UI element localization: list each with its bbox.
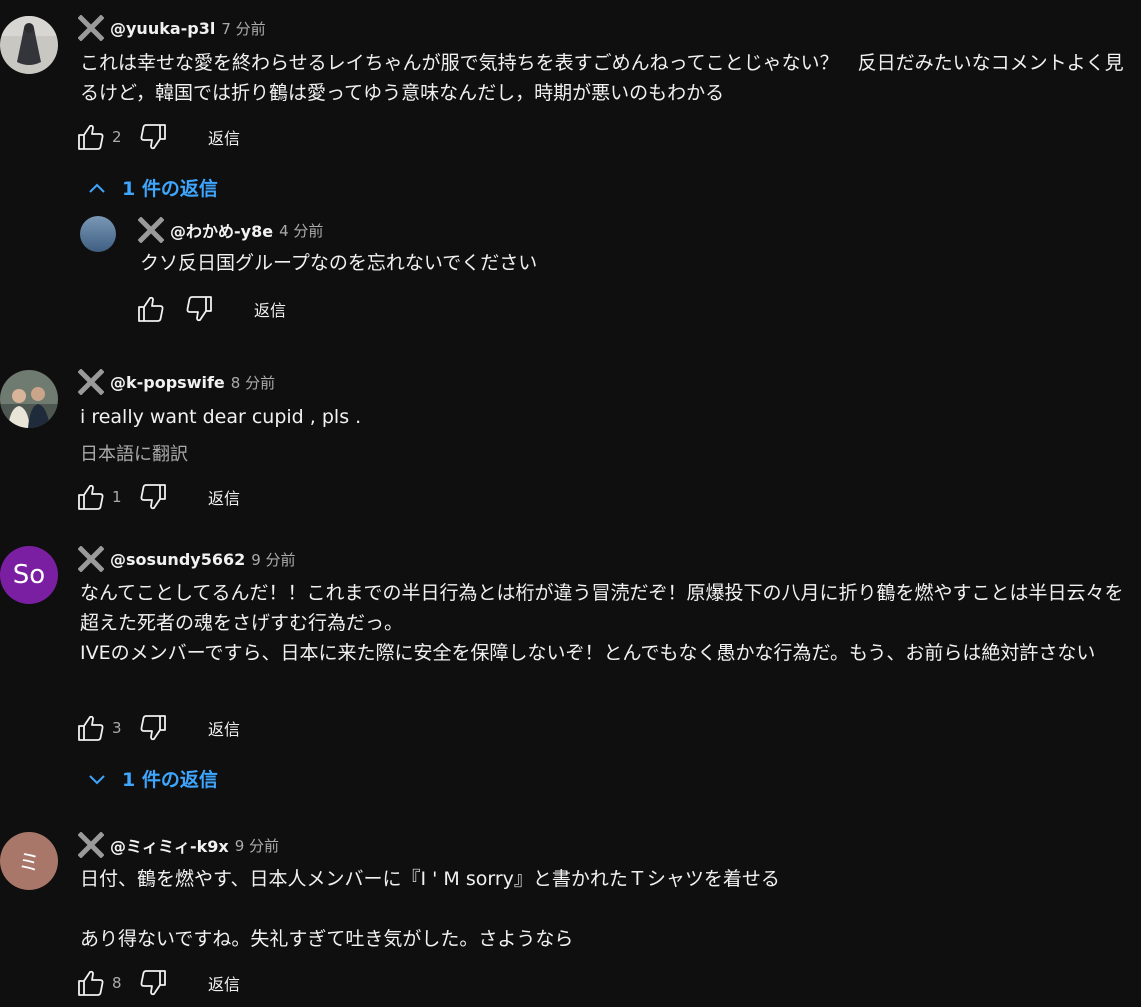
like-count: 1	[112, 488, 122, 506]
comment-toolbar: 1 返信	[76, 482, 240, 512]
chevron-down-icon	[89, 774, 105, 784]
comment-text: なんてことしてるんだ！！これまでの半日行為とは桁が違う冒涜だぞ！原爆投下の八月に…	[80, 582, 1124, 664]
avatar[interactable]: ミ	[0, 832, 58, 890]
comment-header: @sosundy5662 9 分前	[78, 546, 296, 572]
replies-toggle-label: 1 件の返信	[122, 769, 218, 791]
like-count: 8	[112, 974, 122, 992]
avatar-initials: So	[12, 560, 46, 590]
comment-text: これは幸せな愛を終わらせるレイちゃんが服で気持ちを表すごめんねってことじゃない？…	[80, 52, 1124, 104]
comment-text: i really want dear cupid , pls .	[80, 406, 362, 428]
replies-toggle[interactable]: 1 件の返信	[86, 765, 218, 792]
reply-button[interactable]: 返信	[254, 297, 286, 321]
comment-author[interactable]: @sosundy5662	[110, 550, 245, 569]
reply-button[interactable]: 返信	[208, 125, 240, 149]
comment-timestamp[interactable]: 9 分前	[251, 549, 295, 570]
replies-toggle-label: 1 件の返信	[122, 178, 218, 200]
x-logo-icon	[78, 15, 104, 41]
comment-toolbar: 8 返信	[76, 968, 240, 998]
avatar[interactable]	[0, 370, 58, 428]
thumbs-down-icon[interactable]	[138, 482, 168, 512]
thumbs-up-icon[interactable]	[136, 294, 166, 324]
comment-header: @yuuka-p3l 7 分前	[78, 15, 266, 41]
thumbs-up-icon[interactable]	[76, 968, 106, 998]
avatar-initials: ミ	[17, 851, 40, 876]
comment-author[interactable]: @yuuka-p3l	[110, 19, 215, 38]
comment-timestamp[interactable]: 9 分前	[235, 835, 279, 856]
chevron-up-icon	[89, 183, 105, 193]
avatar[interactable]: So	[0, 546, 58, 604]
avatar-photo-icon	[0, 16, 58, 74]
thumbs-up-icon[interactable]	[76, 713, 106, 743]
comment-timestamp[interactable]: 8 分前	[231, 372, 275, 393]
reply-author[interactable]: @わかめ-y8e	[170, 218, 273, 242]
reply-text: クソ反日国グループなのを忘れないでください	[140, 252, 538, 274]
x-logo-icon	[78, 369, 104, 395]
thumbs-up-icon[interactable]	[76, 482, 106, 512]
reply-button[interactable]: 返信	[208, 485, 240, 509]
comment-text: 日付、鶴を燃やす、日本人メンバーに『I ' M sorry』と書かれたＴシャツを…	[80, 868, 780, 950]
avatar-photo-icon	[0, 370, 58, 428]
translate-link[interactable]: 日本語に翻訳	[80, 440, 188, 466]
x-logo-icon	[78, 546, 104, 572]
comment-toolbar: 3 返信	[76, 713, 240, 743]
x-logo-icon	[78, 832, 104, 858]
thumbs-down-icon[interactable]	[184, 294, 214, 324]
reply-timestamp[interactable]: 4 分前	[279, 220, 323, 241]
like-count: 3	[112, 719, 122, 737]
reply-toolbar: 返信	[136, 294, 286, 324]
avatar-photo-icon	[80, 216, 116, 252]
x-logo-icon	[138, 217, 164, 243]
avatar[interactable]	[80, 216, 116, 252]
comment-header: @ミィミィ-k9x 9 分前	[78, 832, 279, 858]
comment-header: @k-popswife 8 分前	[78, 369, 275, 395]
thumbs-down-icon[interactable]	[138, 968, 168, 998]
thumbs-up-icon[interactable]	[76, 122, 106, 152]
comment-author[interactable]: @k-popswife	[110, 373, 225, 392]
reply-button[interactable]: 返信	[208, 971, 240, 995]
comment-toolbar: 2 返信	[76, 122, 240, 152]
comment-author[interactable]: @ミィミィ-k9x	[110, 833, 229, 857]
thumbs-down-icon[interactable]	[138, 122, 168, 152]
like-count: 2	[112, 128, 122, 146]
comment-timestamp[interactable]: 7 分前	[221, 18, 265, 39]
thumbs-down-icon[interactable]	[138, 713, 168, 743]
reply-button[interactable]: 返信	[208, 716, 240, 740]
avatar[interactable]	[0, 16, 58, 74]
replies-toggle[interactable]: 1 件の返信	[86, 174, 218, 201]
reply-header: @わかめ-y8e 4 分前	[138, 217, 323, 243]
